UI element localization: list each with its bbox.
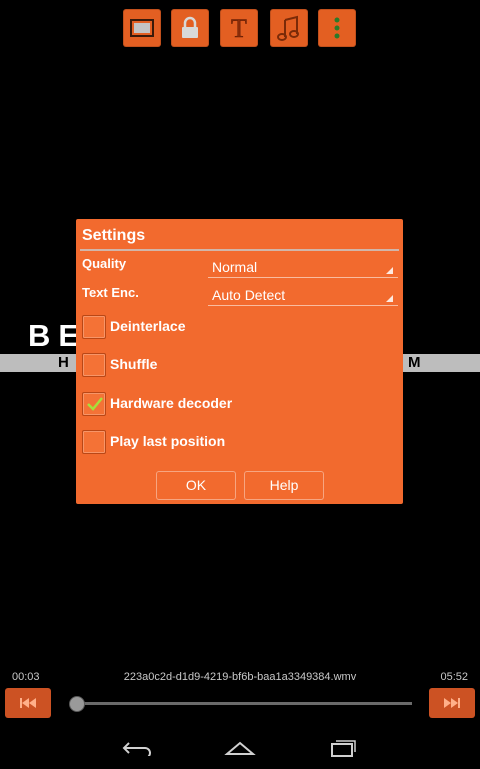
total-duration: 05:52 (440, 671, 468, 683)
dialog-divider (80, 249, 399, 251)
lock-button[interactable] (171, 9, 209, 47)
recents-button[interactable] (323, 734, 363, 762)
shuffle-label: Shuffle (110, 356, 158, 372)
hardware-decoder-label: Hardware decoder (110, 395, 233, 411)
elapsed-time: 00:03 (12, 671, 40, 683)
video-band-right-text: M (408, 354, 421, 371)
quality-spinner[interactable]: Normal (208, 255, 398, 278)
seek-thumb[interactable] (69, 696, 85, 712)
hardware-decoder-checkbox[interactable] (82, 392, 106, 416)
audio-track-button[interactable] (270, 9, 308, 47)
top-toolbar: T (0, 9, 480, 49)
file-name: 223a0c2d-d1d9-4219-bf6b-baa1a3349384.wmv (123, 671, 357, 683)
hardware-decoder-option[interactable]: Hardware decoder (82, 392, 382, 422)
ok-button[interactable]: OK (156, 471, 236, 500)
quality-label: Quality (82, 256, 127, 271)
back-button[interactable] (117, 734, 157, 762)
text-enc-spinner[interactable]: Auto Detect (208, 283, 398, 306)
subtitle-icon: T (231, 15, 248, 41)
spinner-arrow-icon (386, 267, 393, 274)
overflow-menu-button[interactable] (318, 9, 356, 47)
previous-button[interactable] (5, 688, 51, 718)
shuffle-checkbox[interactable] (82, 353, 106, 377)
checkmark-icon (87, 397, 103, 411)
seek-bar[interactable] (76, 702, 412, 705)
text-enc-value: Auto Detect (212, 287, 286, 303)
deinterlace-checkbox[interactable] (82, 315, 106, 339)
screen-icon (130, 19, 154, 37)
subtitle-button[interactable]: T (220, 9, 258, 47)
dialog-title: Settings (82, 227, 146, 244)
spinner-arrow-icon (386, 295, 393, 302)
skip-next-icon (444, 698, 460, 708)
screen-mode-button[interactable] (123, 9, 161, 47)
music-note-icon (277, 15, 299, 41)
next-button[interactable] (429, 688, 475, 718)
home-button[interactable] (220, 734, 260, 762)
play-last-position-label: Play last position (110, 433, 226, 449)
quality-value: Normal (212, 259, 258, 275)
skip-previous-icon (20, 698, 36, 708)
play-last-position-option[interactable]: Play last position (82, 430, 382, 460)
settings-dialog: Settings Quality Normal Text Enc. Auto D… (76, 219, 403, 504)
overflow-menu-icon (334, 17, 340, 39)
recents-icon (331, 740, 356, 757)
help-button[interactable]: Help (244, 471, 324, 500)
svg-text:T: T (231, 15, 247, 41)
deinterlace-option[interactable]: Deinterlace (82, 315, 382, 345)
shuffle-option[interactable]: Shuffle (82, 353, 382, 383)
video-band-left-text: H (58, 354, 69, 371)
navigation-bar (0, 726, 480, 769)
play-last-position-checkbox[interactable] (82, 430, 106, 454)
lock-icon (182, 16, 198, 38)
text-enc-label: Text Enc. (82, 285, 139, 300)
deinterlace-label: Deinterlace (110, 318, 186, 334)
back-icon (122, 742, 151, 756)
home-icon (224, 741, 256, 755)
